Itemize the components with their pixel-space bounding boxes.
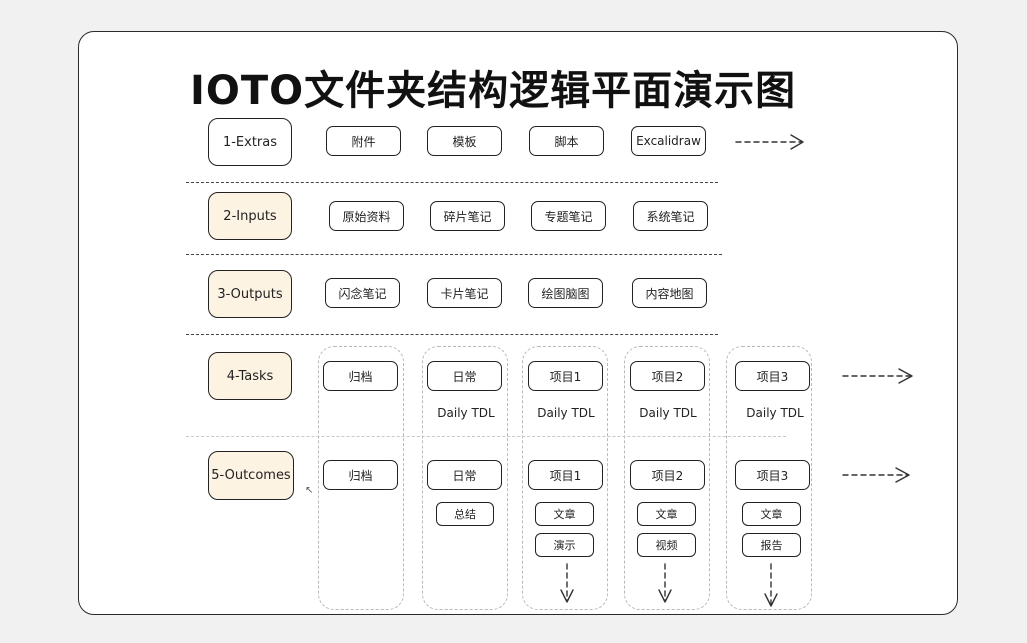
dashed-arrow-right-icon	[842, 368, 913, 384]
dashed-arrow-right-icon	[735, 134, 804, 150]
dashed-arrow-down-icon	[560, 563, 574, 603]
dashed-arrow-down-icon	[658, 563, 672, 603]
dashed-arrow-right-icon	[842, 467, 910, 483]
cursor-icon: ↖	[305, 485, 314, 496]
arrows-layer	[560, 134, 913, 607]
dashed-arrow-down-icon	[764, 563, 778, 607]
